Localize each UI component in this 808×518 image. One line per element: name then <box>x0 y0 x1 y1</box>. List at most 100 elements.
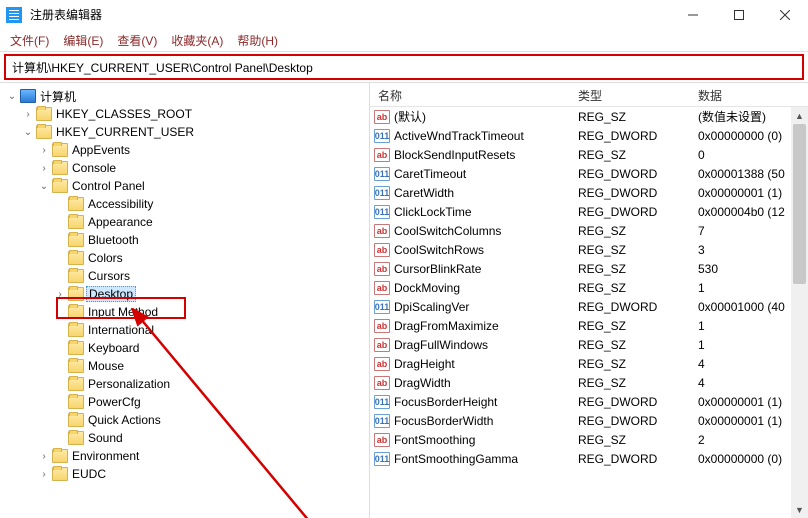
string-value-icon: ab <box>374 357 390 371</box>
value-type: REG_SZ <box>570 357 690 371</box>
list-row[interactable]: 011FocusBorderHeightREG_DWORD0x00000001 … <box>370 392 808 411</box>
list-row[interactable]: abBlockSendInputResetsREG_SZ0 <box>370 145 808 164</box>
col-header-data[interactable]: 数据 <box>690 83 808 106</box>
tree-item-colors[interactable]: ›Colors <box>0 249 369 267</box>
tree-item-international[interactable]: ›International <box>0 321 369 339</box>
list-row[interactable]: abCoolSwitchColumnsREG_SZ7 <box>370 221 808 240</box>
scroll-thumb[interactable] <box>793 124 806 284</box>
tree-item-appevents[interactable]: ›AppEvents <box>0 141 369 159</box>
chevron-right-icon[interactable]: › <box>38 145 50 156</box>
folder-icon <box>68 395 84 409</box>
chevron-right-icon[interactable]: › <box>38 451 50 462</box>
value-name: FontSmoothing <box>394 433 475 447</box>
list-row[interactable]: 011CaretTimeoutREG_DWORD0x00001388 (50 <box>370 164 808 183</box>
value-type: REG_DWORD <box>570 186 690 200</box>
tree-label: HKEY_CURRENT_USER <box>56 125 194 139</box>
tree-item-cursors[interactable]: ›Cursors <box>0 267 369 285</box>
value-type: REG_DWORD <box>570 395 690 409</box>
tree-item-quick-actions[interactable]: ›Quick Actions <box>0 411 369 429</box>
tree-item-console[interactable]: ›Console <box>0 159 369 177</box>
menu-favorites[interactable]: 收藏夹(A) <box>171 32 223 49</box>
list-row[interactable]: abCoolSwitchRowsREG_SZ3 <box>370 240 808 259</box>
tree-label: Accessibility <box>88 197 153 211</box>
col-header-name[interactable]: 名称 <box>370 83 570 106</box>
col-header-type[interactable]: 类型 <box>570 83 690 106</box>
value-name: (默认) <box>394 108 426 125</box>
tree-root[interactable]: ⌄计算机 <box>0 87 369 105</box>
address-bar[interactable]: 计算机\HKEY_CURRENT_USER\Control Panel\Desk… <box>4 54 804 80</box>
maximize-button[interactable] <box>716 0 762 30</box>
binary-value-icon: 011 <box>374 186 390 200</box>
tree-label: Quick Actions <box>88 413 161 427</box>
close-button[interactable] <box>762 0 808 30</box>
string-value-icon: ab <box>374 433 390 447</box>
tree-item-control-panel[interactable]: ⌄Control Panel <box>0 177 369 195</box>
chevron-right-icon[interactable]: › <box>54 289 66 300</box>
list-row[interactable]: 011ClickLockTimeREG_DWORD0x000004b0 (12 <box>370 202 808 221</box>
tree-item-desktop[interactable]: ›Desktop <box>0 285 369 303</box>
tree-hkcr[interactable]: › HKEY_CLASSES_ROOT <box>0 105 369 123</box>
chevron-down-icon[interactable]: ⌄ <box>38 181 50 192</box>
menubar: 文件(F) 编辑(E) 查看(V) 收藏夹(A) 帮助(H) <box>0 30 808 52</box>
tree-item-personalization[interactable]: ›Personalization <box>0 375 369 393</box>
string-value-icon: ab <box>374 148 390 162</box>
menu-edit[interactable]: 编辑(E) <box>63 32 103 49</box>
tree-item-sound[interactable]: ›Sound <box>0 429 369 447</box>
value-name: CaretWidth <box>394 186 454 200</box>
tree-item-mouse[interactable]: ›Mouse <box>0 357 369 375</box>
chevron-right-icon[interactable]: › <box>38 469 50 480</box>
list-row[interactable]: abCursorBlinkRateREG_SZ530 <box>370 259 808 278</box>
menu-file[interactable]: 文件(F) <box>10 32 49 49</box>
folder-icon <box>68 431 84 445</box>
list-row[interactable]: 011DpiScalingVerREG_DWORD0x00001000 (40 <box>370 297 808 316</box>
vertical-scrollbar[interactable]: ▲ ▼ <box>791 107 808 518</box>
value-name: ClickLockTime <box>394 205 472 219</box>
folder-icon <box>52 143 68 157</box>
scroll-track[interactable] <box>791 124 808 501</box>
list-row[interactable]: abDockMovingREG_SZ1 <box>370 278 808 297</box>
minimize-button[interactable] <box>670 0 716 30</box>
string-value-icon: ab <box>374 338 390 352</box>
chevron-right-icon[interactable]: › <box>38 163 50 174</box>
list-row[interactable]: abDragWidthREG_SZ4 <box>370 373 808 392</box>
value-type: REG_SZ <box>570 338 690 352</box>
list-row[interactable]: 011CaretWidthREG_DWORD0x00000001 (1) <box>370 183 808 202</box>
tree-label: HKEY_CLASSES_ROOT <box>56 107 192 121</box>
scroll-up-button[interactable]: ▲ <box>791 107 808 124</box>
address-text: 计算机\HKEY_CURRENT_USER\Control Panel\Desk… <box>12 59 313 76</box>
tree-item-bluetooth[interactable]: ›Bluetooth <box>0 231 369 249</box>
list-row[interactable]: 011FocusBorderWidthREG_DWORD0x00000001 (… <box>370 411 808 430</box>
list-body: ab(默认)REG_SZ(数值未设置)011ActiveWndTrackTime… <box>370 107 808 468</box>
tree-panel[interactable]: ⌄计算机 › HKEY_CLASSES_ROOT ⌄ HKEY_CURRENT_USER… <box>0 83 370 518</box>
list-row[interactable]: ab(默认)REG_SZ(数值未设置) <box>370 107 808 126</box>
tree-hkcu[interactable]: ⌄ HKEY_CURRENT_USER <box>0 123 369 141</box>
folder-icon <box>36 125 52 139</box>
chevron-right-icon[interactable]: › <box>22 109 34 120</box>
menu-view[interactable]: 查看(V) <box>117 32 157 49</box>
chevron-down-icon[interactable]: ⌄ <box>22 127 34 138</box>
menu-help[interactable]: 帮助(H) <box>237 32 278 49</box>
list-row[interactable]: 011ActiveWndTrackTimeoutREG_DWORD0x00000… <box>370 126 808 145</box>
tree-item-accessibility[interactable]: ›Accessibility <box>0 195 369 213</box>
tree-item-appearance[interactable]: ›Appearance <box>0 213 369 231</box>
tree-item-input-method[interactable]: ›Input Method <box>0 303 369 321</box>
list-row[interactable]: abFontSmoothingREG_SZ2 <box>370 430 808 449</box>
tree-item-powercfg[interactable]: ›PowerCfg <box>0 393 369 411</box>
scroll-down-button[interactable]: ▼ <box>791 501 808 518</box>
chevron-down-icon[interactable]: ⌄ <box>6 91 18 102</box>
folder-icon <box>68 233 84 247</box>
list-row[interactable]: 011FontSmoothingGammaREG_DWORD0x00000000… <box>370 449 808 468</box>
list-row[interactable]: abDragFromMaximizeREG_SZ1 <box>370 316 808 335</box>
tree-item-environment[interactable]: ›Environment <box>0 447 369 465</box>
value-name: CaretTimeout <box>394 167 466 181</box>
tree-label: PowerCfg <box>88 395 141 409</box>
folder-icon <box>68 359 84 373</box>
value-name: BlockSendInputResets <box>394 148 515 162</box>
tree-item-eudc[interactable]: ›EUDC <box>0 465 369 483</box>
tree-label: Colors <box>88 251 123 265</box>
list-row[interactable]: abDragFullWindowsREG_SZ1 <box>370 335 808 354</box>
value-name: DockMoving <box>394 281 460 295</box>
tree-item-keyboard[interactable]: ›Keyboard <box>0 339 369 357</box>
list-row[interactable]: abDragHeightREG_SZ4 <box>370 354 808 373</box>
tree-label: Input Method <box>88 305 158 319</box>
